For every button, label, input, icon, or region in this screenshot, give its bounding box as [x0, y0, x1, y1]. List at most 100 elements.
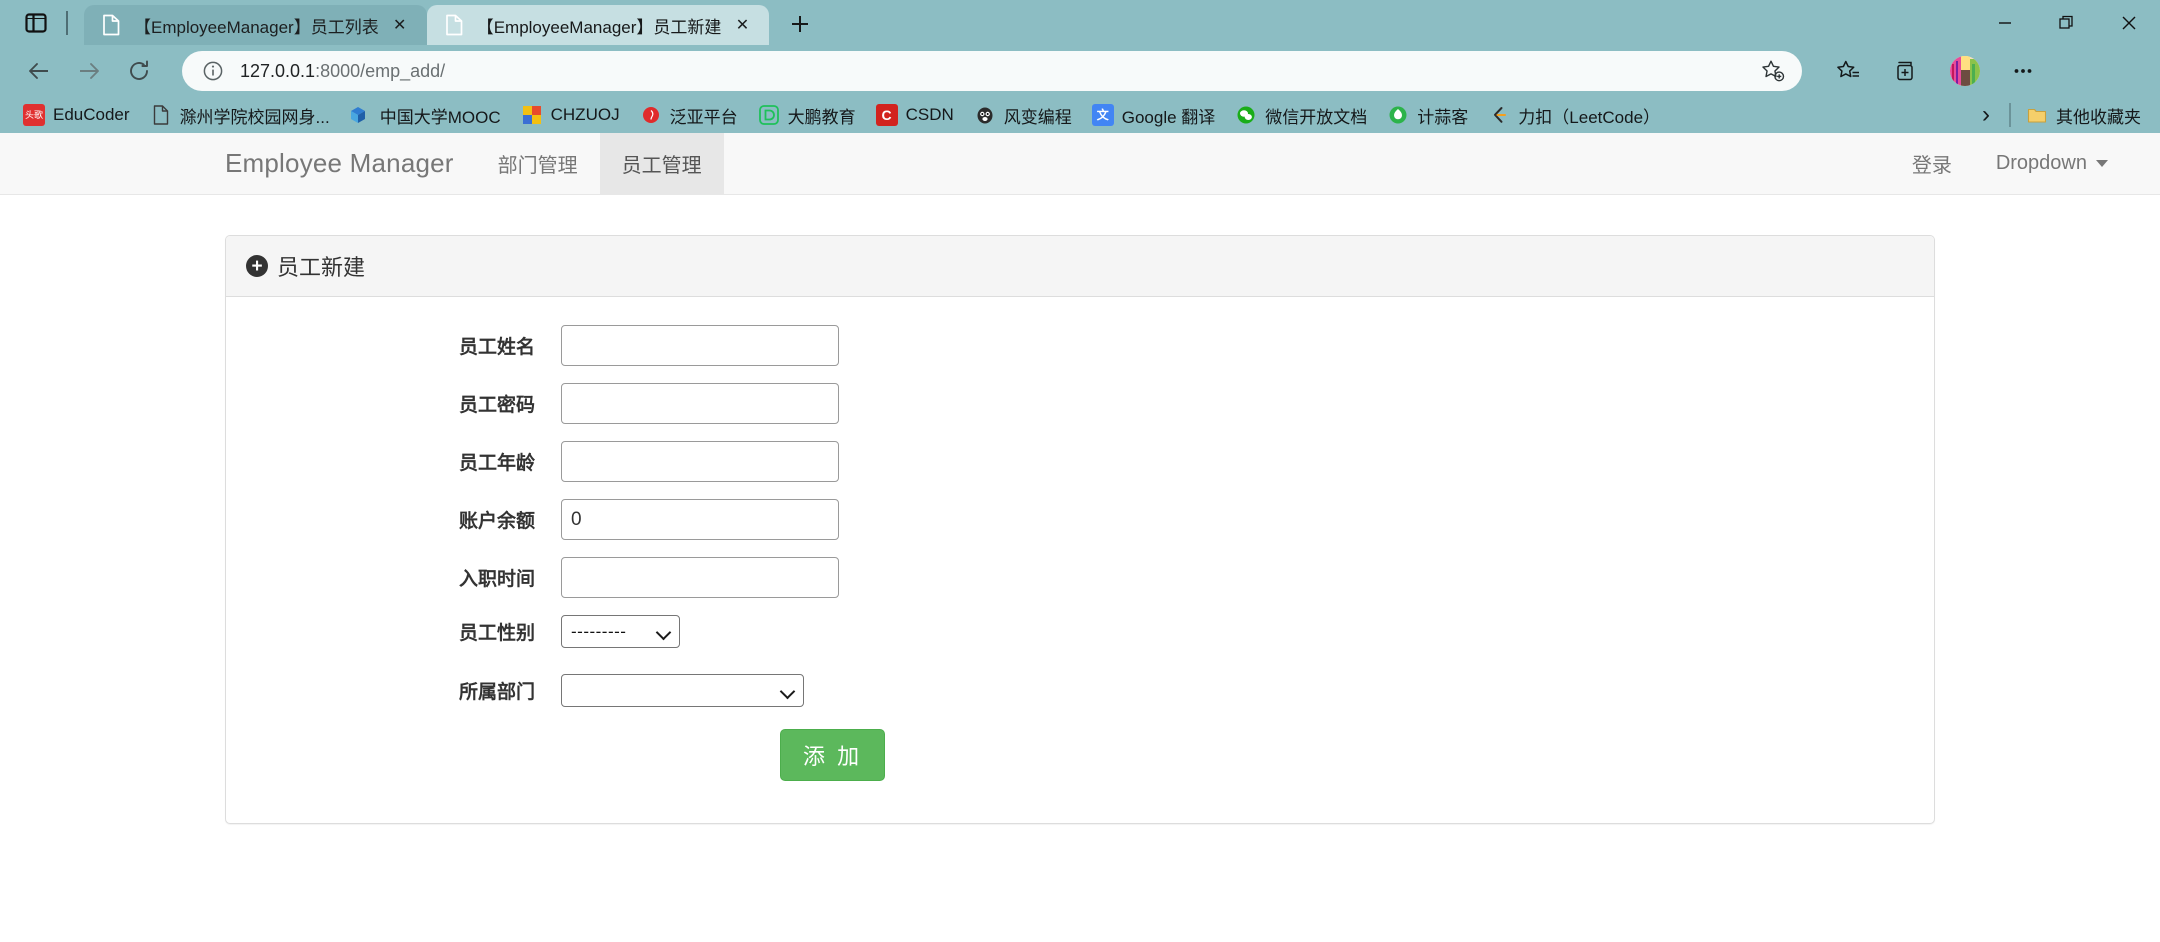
bookmarks-overflow-chevron-icon[interactable]: ›: [1969, 100, 2003, 130]
input-hire-date[interactable]: [561, 557, 839, 598]
input-account-balance[interactable]: [561, 499, 839, 540]
leetcode-icon: [1488, 104, 1510, 126]
page-icon: [100, 14, 122, 36]
select-employee-gender[interactable]: ---------: [561, 615, 680, 648]
bookmark-item[interactable]: 风变编程: [965, 100, 1081, 130]
folder-icon: [2026, 104, 2048, 126]
bookmark-item[interactable]: 计蒜客: [1378, 100, 1477, 130]
nav-item-dropdown[interactable]: Dropdown: [1974, 133, 2130, 194]
educoder-icon: 头歌: [23, 104, 45, 126]
bookmark-item[interactable]: CHZUOJ: [512, 100, 629, 130]
bookmark-item[interactable]: 微信开放文档: [1226, 100, 1376, 130]
close-icon[interactable]: ✕: [387, 12, 413, 38]
tab-strip-left-controls: [10, 0, 84, 45]
chevron-down-icon: [657, 627, 672, 636]
bookmarks-bar: 头歌 EduCoder 滁州学院校园网身... 中国大学MOOC CHZUOJ …: [0, 97, 2160, 133]
tab-strip-divider: [66, 10, 68, 35]
fanya-icon: [640, 104, 662, 126]
chzuoj-icon: [521, 104, 543, 126]
bookmark-item[interactable]: C CSDN: [867, 100, 963, 130]
settings-more-icon[interactable]: [2000, 48, 2046, 94]
jisuanke-icon: [1387, 104, 1409, 126]
tab-title: 【EmployeeManager】员工新建: [476, 17, 722, 37]
maximize-restore-button[interactable]: [2036, 0, 2098, 45]
tab-title: 【EmployeeManager】员工列表: [134, 17, 379, 37]
bookmark-item[interactable]: 中国大学MOOC: [341, 100, 510, 130]
label-account-balance: 账户余额: [458, 511, 535, 532]
browser-window: 【EmployeeManager】员工列表 ✕ 【EmployeeManager…: [0, 0, 2160, 942]
site-navbar: Employee Manager 部门管理 员工管理 登录 Dropdown: [0, 133, 2160, 195]
nav-item-login[interactable]: 登录: [1890, 133, 1974, 194]
bookmarks-bar-right: › 其他收藏夹: [1969, 97, 2150, 133]
bookmark-item[interactable]: 头歌 EduCoder: [14, 100, 139, 130]
back-button[interactable]: [16, 48, 62, 94]
page-container: + 员工新建 员工姓名 员工密码 员工年龄 账户余额 0 入职时间 员工性别 -…: [0, 195, 2160, 824]
close-icon[interactable]: ✕: [729, 12, 755, 38]
input-employee-password[interactable]: [561, 383, 839, 424]
nav-item-department[interactable]: 部门管理: [476, 133, 600, 194]
browser-chrome: 【EmployeeManager】员工列表 ✕ 【EmployeeManager…: [0, 0, 2160, 133]
dapeng-icon: [758, 104, 780, 126]
mooc-icon: [350, 104, 372, 126]
bookmark-item[interactable]: 力扣（LeetCode）: [1479, 100, 1669, 130]
bookmark-label: CSDN: [905, 105, 954, 124]
window-controls: [1974, 0, 2160, 45]
minimize-button[interactable]: [1974, 0, 2036, 45]
form-actions: 添 加: [246, 729, 1914, 781]
other-favorites-button[interactable]: 其他收藏夹: [2017, 100, 2150, 130]
navbar-right: 登录 Dropdown: [1890, 133, 2130, 194]
google-translate-icon: 文: [1091, 104, 1114, 126]
select-gender-value: ---------: [571, 621, 627, 641]
select-department[interactable]: [561, 674, 804, 707]
bookmark-label: 力扣（LeetCode）: [1518, 107, 1661, 127]
label-department: 所属部门: [458, 682, 535, 703]
bookmark-label: 大鹏教育: [787, 107, 856, 127]
tab-search-icon[interactable]: [16, 3, 56, 43]
bookmark-label: 泛亚平台: [669, 107, 738, 127]
browser-tab-2[interactable]: 【EmployeeManager】员工新建 ✕: [426, 5, 770, 45]
submit-add-button[interactable]: 添 加: [780, 729, 886, 781]
employee-create-panel: + 员工新建 员工姓名 员工密码 员工年龄 账户余额 0 入职时间 员工性别 -…: [225, 235, 1935, 824]
profile-avatar[interactable]: [1942, 48, 1988, 94]
label-employee-age: 员工年龄: [458, 453, 535, 474]
page-content: Employee Manager 部门管理 员工管理 登录 Dropdown +…: [0, 133, 2160, 941]
form-row-age: 员工年龄: [246, 441, 1914, 482]
navbar-brand[interactable]: Employee Manager: [225, 133, 476, 194]
favorites-icon[interactable]: [1826, 48, 1872, 94]
bookmark-item[interactable]: 滁州学院校园网身...: [141, 100, 339, 130]
url-path: :8000/emp_add/: [315, 60, 446, 81]
input-employee-name[interactable]: [561, 325, 839, 366]
label-employee-gender: 员工性别: [458, 623, 535, 644]
add-favorite-icon[interactable]: [1758, 56, 1788, 86]
address-bar[interactable]: 127.0.0.1:8000/emp_add/: [182, 51, 1802, 91]
page-icon: [150, 104, 172, 126]
label-employee-password: 员工密码: [458, 395, 535, 416]
close-window-button[interactable]: [2098, 0, 2160, 45]
reload-button[interactable]: [116, 48, 162, 94]
bookmark-item[interactable]: 文 Google 翻译: [1083, 100, 1225, 130]
collections-icon[interactable]: [1884, 48, 1930, 94]
csdn-icon: C: [875, 104, 898, 126]
fengbian-icon: [974, 104, 996, 126]
info-circle-icon[interactable]: [200, 58, 226, 84]
forward-button[interactable]: [66, 48, 112, 94]
bookmark-item[interactable]: 泛亚平台: [631, 100, 747, 130]
tab-strip: 【EmployeeManager】员工列表 ✕ 【EmployeeManager…: [0, 0, 2160, 45]
browser-toolbar: 127.0.0.1:8000/emp_add/: [0, 45, 2160, 97]
form-row-name: 员工姓名: [246, 325, 1914, 366]
nav-item-employee[interactable]: 员工管理: [599, 133, 724, 194]
browser-tab-1[interactable]: 【EmployeeManager】员工列表 ✕: [84, 5, 427, 45]
panel-heading: + 员工新建: [226, 236, 1934, 297]
address-bar-url: 127.0.0.1:8000/emp_add/: [240, 61, 1758, 82]
page-title: 员工新建: [277, 255, 366, 280]
bookmark-label: Google 翻译: [1121, 107, 1216, 127]
input-employee-age[interactable]: [561, 441, 839, 482]
bookmark-label: 微信开放文档: [1265, 107, 1368, 127]
bookmarks-divider: [2009, 103, 2011, 127]
wechat-icon: [1235, 104, 1257, 126]
new-tab-button[interactable]: [779, 3, 821, 45]
bookmark-label: 滁州学院校园网身...: [179, 107, 330, 127]
bookmark-item[interactable]: 大鹏教育: [749, 100, 865, 130]
form-row-hiredate: 入职时间: [246, 557, 1914, 598]
bookmark-label: CHZUOJ: [550, 105, 620, 124]
